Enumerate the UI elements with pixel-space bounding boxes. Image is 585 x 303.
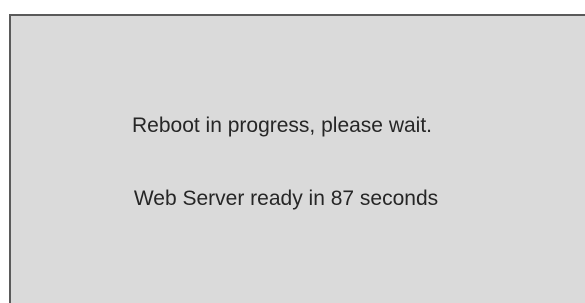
reboot-message: Reboot in progress, please wait.	[132, 114, 432, 137]
countdown-message: Web Server ready in 87 seconds	[133, 187, 439, 210]
reboot-panel: Reboot in progress, please wait. Web Ser…	[9, 14, 585, 303]
reboot-screen: Reboot in progress, please wait. Web Ser…	[0, 0, 585, 303]
